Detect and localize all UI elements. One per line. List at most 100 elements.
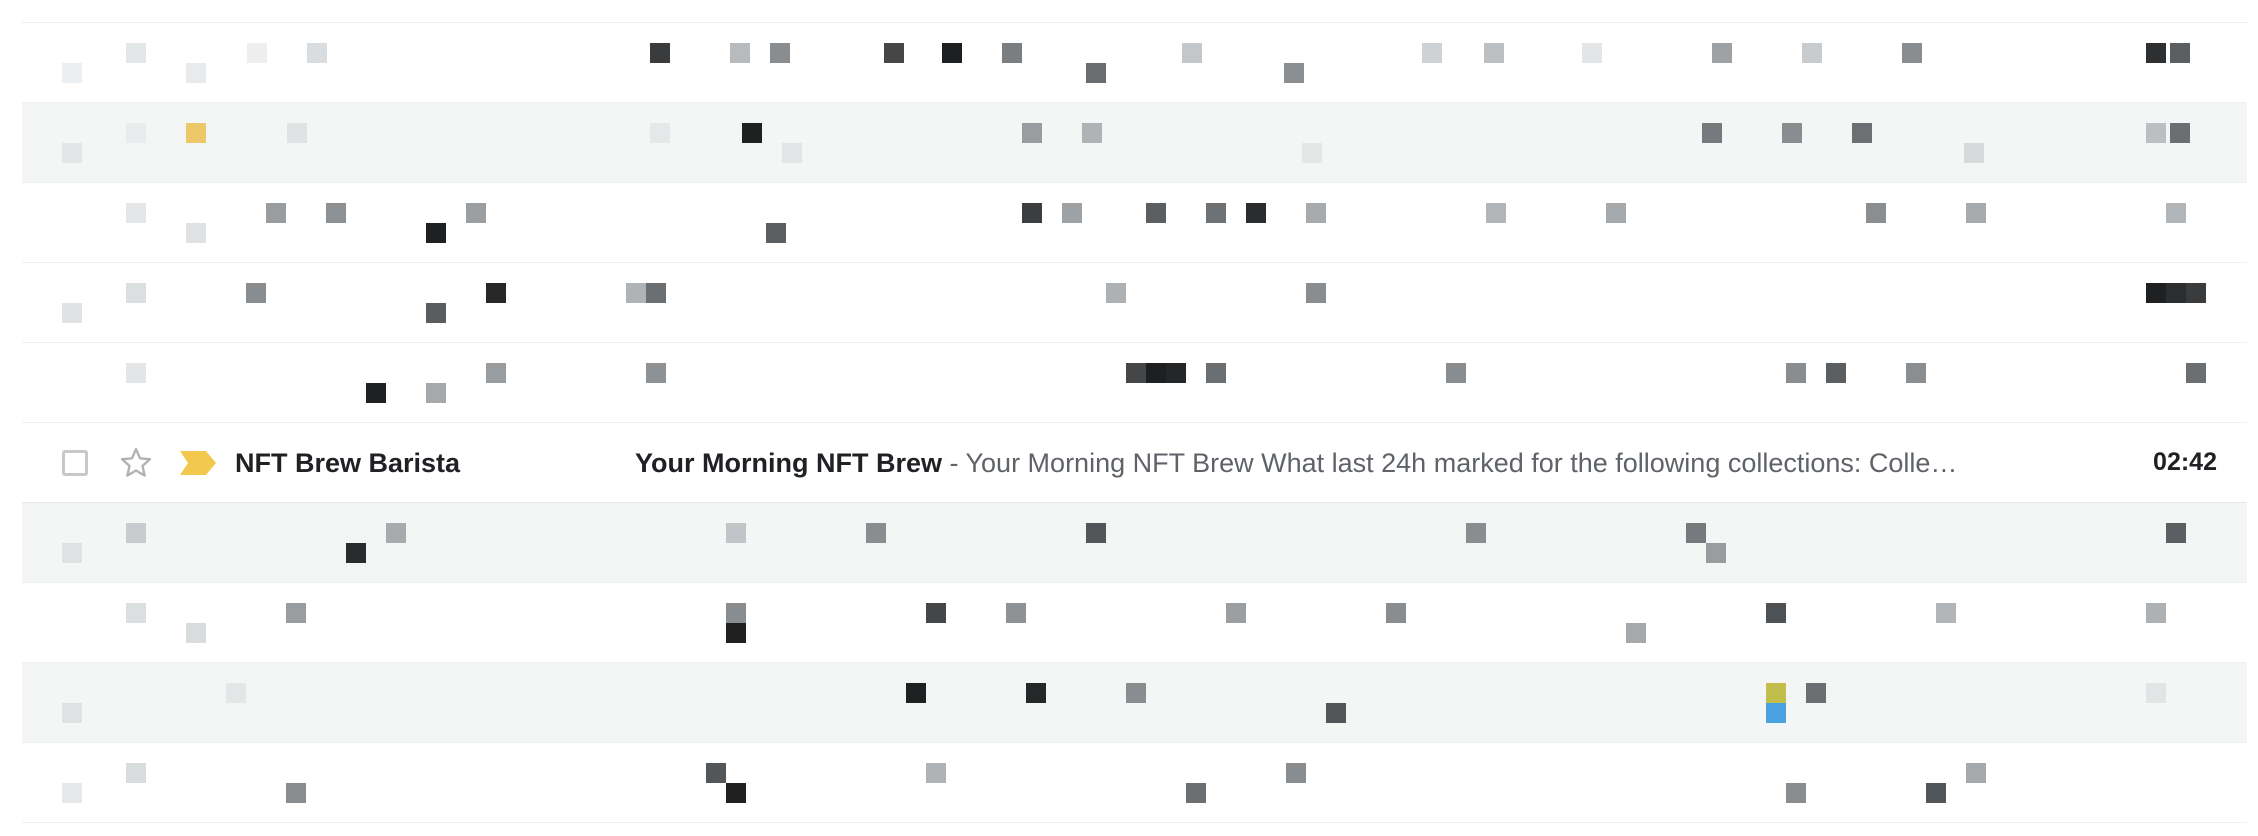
redacted-pixel-block (426, 383, 446, 403)
redacted-pixel-block (1284, 63, 1304, 83)
redacted-pixel-block (770, 43, 790, 63)
redacted-pixel-block (1206, 203, 1226, 223)
redacted-pixel-block (186, 623, 206, 643)
redacted-pixel-block (1964, 143, 1984, 163)
redacted-pixel-block (126, 763, 146, 783)
email-time: 02:42 (2153, 448, 2217, 476)
redacted-pixel-block (2166, 523, 2186, 543)
checkbox-icon[interactable] (62, 450, 88, 476)
redacted-pixel-block (1186, 783, 1206, 803)
redacted-pixel-block (286, 783, 306, 803)
redacted-pixel-block (1286, 763, 1306, 783)
redacted-pixel-block (866, 523, 886, 543)
redacted-pixel-block (1082, 123, 1102, 143)
redacted-pixel-block (1926, 783, 1946, 803)
redacted-pixel-block (782, 143, 802, 163)
redacted-pixel-block (1786, 783, 1806, 803)
redacted-pixel-block (884, 43, 904, 63)
redacted-pixel-block (1782, 123, 1802, 143)
redacted-pixel-block (1146, 363, 1166, 383)
redacted-pixel-block (2166, 283, 2186, 303)
subject-line: Your Morning NFT Brew - Your Morning NFT… (635, 448, 2055, 479)
email-row-blurred[interactable] (22, 343, 2247, 423)
email-row-blurred[interactable] (22, 23, 2247, 103)
redacted-pixel-block (1062, 203, 1082, 223)
redacted-pixel-block (1806, 683, 1826, 703)
redacted-pixel-block (62, 63, 82, 83)
redacted-pixel-block (1126, 683, 1146, 703)
redacted-pixel-block (1422, 43, 1442, 63)
redacted-pixel-block (326, 203, 346, 223)
redacted-pixel-block (62, 303, 82, 323)
redacted-pixel-block (126, 43, 146, 63)
redacted-pixel-block (646, 283, 666, 303)
importance-marker-icon[interactable] (180, 451, 216, 475)
redacted-pixel-block (726, 623, 746, 643)
redacted-pixel-block (1936, 603, 1956, 623)
redacted-pixel-block (1302, 143, 1322, 163)
redacted-pixel-block (62, 543, 82, 563)
redacted-pixel-block (2146, 43, 2166, 63)
redacted-pixel-block (766, 223, 786, 243)
redacted-pixel-block (926, 603, 946, 623)
redacted-pixel-block (186, 123, 206, 143)
redacted-pixel-block (626, 283, 646, 303)
redacted-pixel-block (1326, 703, 1346, 723)
email-row-blurred[interactable] (22, 663, 2247, 743)
redacted-pixel-block (386, 523, 406, 543)
email-row-blurred[interactable] (22, 583, 2247, 663)
redacted-pixel-block (1466, 523, 1486, 543)
redacted-pixel-block (1712, 43, 1732, 63)
redacted-pixel-block (286, 603, 306, 623)
redacted-pixel-block (1966, 763, 1986, 783)
redacted-pixel-block (1002, 43, 1022, 63)
email-row-blurred[interactable] (22, 743, 2247, 823)
redacted-pixel-block (1766, 603, 1786, 623)
redacted-pixel-block (1484, 43, 1504, 63)
redacted-pixel-block (1486, 203, 1506, 223)
email-row-blurred[interactable] (22, 183, 2247, 263)
redacted-pixel-block (2170, 43, 2190, 63)
redacted-pixel-block (906, 683, 926, 703)
redacted-pixel-block (426, 223, 446, 243)
redacted-pixel-block (62, 703, 82, 723)
email-row[interactable]: NFT Brew Barista Your Morning NFT Brew -… (22, 423, 2247, 503)
redacted-pixel-block (307, 43, 327, 63)
sender-name: NFT Brew Barista (235, 448, 461, 478)
redacted-pixel-block (2166, 203, 2186, 223)
email-row-blurred[interactable] (22, 263, 2247, 343)
email-snippet: Your Morning NFT Brew What last 24h mark… (965, 448, 1958, 478)
email-row-blurred[interactable] (22, 503, 2247, 583)
star-icon[interactable] (118, 445, 154, 481)
redacted-pixel-block (1086, 63, 1106, 83)
redacted-pixel-block (126, 123, 146, 143)
redacted-pixel-block (486, 283, 506, 303)
redacted-pixel-block (466, 203, 486, 223)
email-subject: Your Morning NFT Brew (635, 448, 942, 478)
redacted-pixel-block (226, 683, 246, 703)
redacted-pixel-block (1706, 543, 1726, 563)
redacted-pixel-block (1606, 203, 1626, 223)
redacted-pixel-block (1686, 523, 1706, 543)
redacted-pixel-block (287, 123, 307, 143)
redacted-pixel-block (486, 363, 506, 383)
redacted-pixel-block (1966, 203, 1986, 223)
redacted-pixel-block (1022, 203, 1042, 223)
redacted-pixel-block (1126, 363, 1146, 383)
redacted-pixel-block (1446, 363, 1466, 383)
redacted-pixel-block (1386, 603, 1406, 623)
redacted-pixel-block (2146, 603, 2166, 623)
redacted-pixel-block (926, 763, 946, 783)
redacted-pixel-block (1182, 43, 1202, 63)
redacted-pixel-block (1006, 603, 1026, 623)
redacted-pixel-block (1306, 203, 1326, 223)
redacted-pixel-block (1766, 683, 1786, 703)
redacted-pixel-block (726, 783, 746, 803)
redacted-pixel-block (726, 523, 746, 543)
redacted-pixel-block (1902, 43, 1922, 63)
redacted-pixel-block (1906, 363, 1926, 383)
redacted-pixel-block (366, 383, 386, 403)
email-row-blurred[interactable] (22, 103, 2247, 183)
redacted-pixel-block (646, 363, 666, 383)
redacted-pixel-block (126, 603, 146, 623)
